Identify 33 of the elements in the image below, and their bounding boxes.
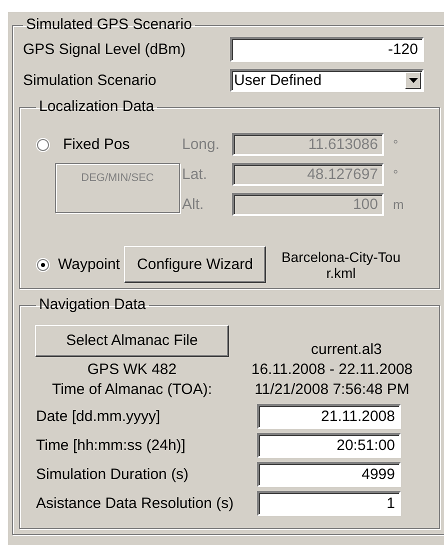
field-label: Date [dd.mm.yyyy] — [36, 408, 162, 425]
file-name: current.al3 — [311, 341, 382, 358]
input-field[interactable]: 20:51:00 — [257, 433, 401, 458]
field-label: Time [hh:mm:ss (24h)] — [36, 437, 186, 454]
select-almanac-button[interactable]: Select Almanac File — [35, 324, 229, 356]
radio-button[interactable] — [37, 138, 49, 150]
field-label: Simulation Duration (s) — [36, 466, 190, 483]
input-field[interactable]: 4999 — [257, 462, 401, 487]
unit-label: ° — [392, 167, 400, 182]
group-title: Localization Data — [38, 99, 156, 115]
radio-label[interactable]: Fixed Pos — [63, 136, 130, 153]
info-value: 11/21/2008 7:56:48 PM — [254, 380, 410, 400]
unit-label: m — [392, 197, 404, 212]
info-label: Time of Almanac (TOA): — [50, 380, 214, 400]
coordinate-label: Lat. — [182, 166, 208, 183]
group-title: Navigation Data — [38, 297, 147, 313]
input-field[interactable]: -120 — [230, 37, 424, 62]
field-label: Simulation Scenario — [23, 72, 158, 89]
radio-label[interactable]: Waypoint — [58, 256, 120, 273]
group-title: Simulated GPS Scenario — [25, 17, 193, 33]
info-label: GPS WK 482 — [86, 360, 178, 380]
configure-wizard-button[interactable]: Configure Wizard — [124, 246, 266, 283]
radio-button[interactable] — [37, 258, 49, 270]
unit-label: ° — [392, 137, 400, 152]
field-label: GPS Signal Level (dBm) — [23, 41, 187, 58]
info-value: 16.11.2008 - 22.11.2008 — [250, 360, 414, 380]
coordinate-label: Long. — [182, 136, 221, 153]
input-field[interactable]: 21.11.2008 — [257, 404, 401, 429]
file-name: Barcelona-City-Tour.kml — [280, 248, 402, 280]
field-label: Asistance Data Resolution (s) — [36, 495, 235, 512]
input-field[interactable]: 1 — [257, 491, 401, 516]
dropdown-field[interactable]: User Defined — [230, 69, 424, 92]
coordinate-label: Alt. — [182, 196, 205, 213]
